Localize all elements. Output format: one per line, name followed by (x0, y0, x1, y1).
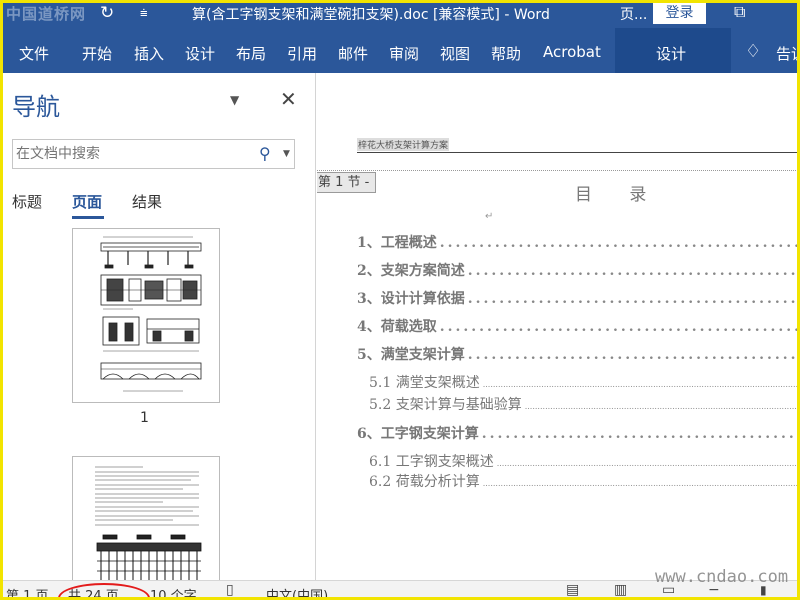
toc-entry[interactable]: 6、工字钢支架计算 ..............................… (357, 423, 800, 443)
toc-entry[interactable]: 4、荷载选取 .................................… (357, 316, 800, 336)
toc-title: 目 录 (575, 185, 663, 205)
tab-layout[interactable]: 布局 (236, 43, 266, 64)
customize-icon[interactable]: ⩧ (140, 6, 148, 21)
tab-insert[interactable]: 插入 (134, 43, 164, 64)
toc-leader: ........................................… (439, 319, 800, 335)
page-thumbnail-1[interactable] (72, 228, 220, 403)
toc-entry[interactable]: 1、工程概述 .................................… (357, 232, 800, 252)
tab-header-footer-design[interactable]: 设计 (615, 28, 731, 73)
status-language[interactable]: 中文(中国) (266, 585, 328, 600)
lightbulb-icon[interactable]: ♢ (745, 41, 761, 62)
tab-home[interactable]: 开始 (82, 43, 112, 64)
thumbnail-drawing-1 (100, 236, 202, 392)
toc-leader: ........................................… (467, 263, 800, 279)
toc-entry-text: 2、支架方案简述 (357, 263, 465, 279)
toc-entry-text: 5、满堂支架计算 (357, 347, 465, 363)
toc-entry-text: 6、工字钢支架计算 (357, 426, 479, 442)
toc-entry-text: 4、荷载选取 (357, 319, 437, 335)
tab-mailings[interactable]: 邮件 (338, 43, 368, 64)
tab-design[interactable]: 设计 (185, 43, 215, 64)
toc-leader: ........................................… (439, 235, 800, 251)
tell-me-box[interactable]: 告诉 (776, 43, 800, 64)
print-layout-icon[interactable]: ▥ (614, 582, 627, 598)
refresh-icon[interactable]: ↻ (100, 3, 114, 23)
toc-entry[interactable]: 5.1 满堂支架概述 .............................… (369, 372, 800, 392)
toc-entry-text: 3、设计计算依据 (357, 291, 465, 307)
page-thumbnail-2[interactable] (72, 456, 220, 580)
search-icon[interactable]: ⚲ (259, 144, 271, 163)
proofing-icon[interactable]: ▯ (226, 582, 234, 598)
document-canvas[interactable]: 梓花大桥支架计算方案 第 1 节 - 目 录 ↵ 1、工程概述 ........… (317, 73, 800, 580)
toc-entry[interactable]: 3、设计计算依据 ...............................… (357, 288, 800, 308)
toc-leader: ........................................… (482, 479, 800, 488)
tab-review[interactable]: 审阅 (389, 43, 419, 64)
site-watermark: www.cndao.com (655, 567, 789, 587)
toc-entry[interactable]: 5.2 支架计算与基础验算 ..........................… (369, 394, 800, 414)
toc-entry[interactable]: 6.1 工字钢支架概述 ............................… (369, 451, 800, 471)
toc-entry-text: 6.1 工字钢支架概述 (369, 454, 494, 470)
tab-help[interactable]: 帮助 (491, 43, 521, 64)
paragraph-mark: ↵ (485, 211, 494, 222)
read-mode-icon[interactable]: ▤ (566, 582, 579, 598)
tab-acrobat[interactable]: Acrobat (543, 43, 601, 61)
navigation-pane: 导航 ▼ ✕ ⚲ ▼ 标题 页面 结果 (0, 73, 316, 580)
title-page-hint: 页... (620, 7, 648, 23)
close-icon[interactable]: ✕ (280, 87, 297, 111)
page-header-text[interactable]: 梓花大桥支架计算方案 (357, 138, 450, 151)
ribbon-tabs: 文件 开始 插入 设计 布局 引用 邮件 审阅 视图 帮助 Acrobat 设计… (0, 28, 800, 73)
tab-view[interactable]: 视图 (440, 43, 470, 64)
chevron-down-icon[interactable]: ▼ (230, 93, 239, 107)
search-options-chevron-icon[interactable]: ▼ (283, 149, 290, 159)
section-tag: 第 1 节 - (317, 172, 377, 193)
title-bar: 中国道桥网 ↻ ⩧ 算(含工字钢支架和满堂碗扣支架).doc [兼容模式] - … (0, 0, 800, 28)
nav-tab-pages[interactable]: 页面 (72, 191, 102, 212)
thumbnail-drawing-2 (95, 466, 202, 580)
toc-leader: ........................................… (467, 347, 800, 363)
context-tab-label: 设计 (656, 45, 687, 63)
active-tab-indicator (72, 216, 104, 219)
nav-tab-headings[interactable]: 标题 (12, 191, 42, 212)
toc-leader: ........................................… (481, 426, 800, 442)
toc-leader: ........................................… (524, 402, 800, 411)
toc-leader: ........................................… (496, 459, 800, 468)
toc-entry-text: 1、工程概述 (357, 235, 437, 251)
nav-tab-results[interactable]: 结果 (132, 191, 162, 212)
login-button[interactable]: 登录 (653, 2, 706, 24)
toc-leader: ........................................… (482, 380, 800, 389)
toc-entry-text: 5.1 满堂支架概述 (369, 375, 480, 391)
search-input[interactable] (14, 141, 254, 167)
restore-icon[interactable]: ⧉ (734, 2, 745, 22)
toc-entry-text: 6.2 荷载分析计算 (369, 474, 480, 490)
tab-references[interactable]: 引用 (287, 43, 317, 64)
nav-pane-title: 导航 (12, 93, 60, 121)
page-thumbnail-label: 1 (140, 410, 149, 426)
nav-search-box: ⚲ ▼ (12, 139, 295, 169)
toc-entry[interactable]: 2、支架方案简述 ...............................… (357, 260, 800, 280)
toc-entry-text: 5.2 支架计算与基础验算 (369, 397, 522, 413)
status-page[interactable]: 第 1 页 (6, 585, 49, 600)
toc-leader: ........................................… (467, 291, 800, 307)
header-boundary (317, 170, 800, 171)
status-word-count[interactable]: 10 个字 (150, 585, 197, 600)
site-watermark-logo: 中国道桥网 (6, 5, 87, 23)
header-rule (357, 152, 800, 153)
window-title: 算(含工字钢支架和满堂碗扣支架).doc [兼容模式] - Word (192, 7, 550, 23)
toc-entry[interactable]: 6.2 荷载分析计算 .............................… (369, 471, 800, 491)
tab-file[interactable]: 文件 (19, 43, 49, 64)
toc-entry[interactable]: 5、满堂支架计算 ...............................… (357, 344, 800, 364)
